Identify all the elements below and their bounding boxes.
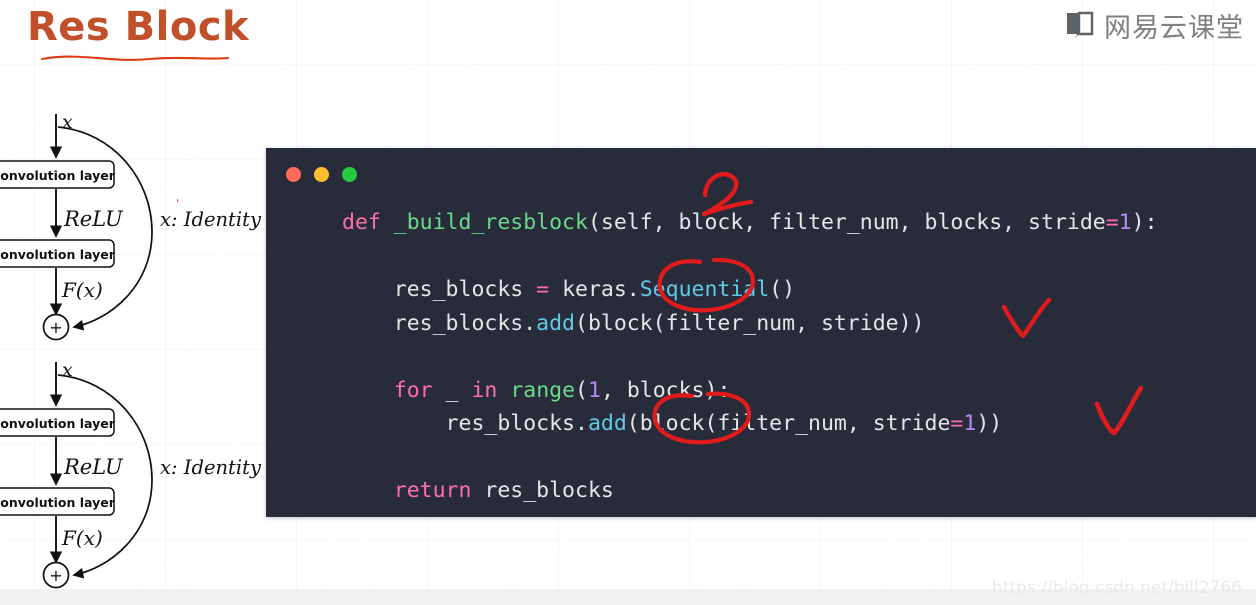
- svg-text:ReLU: ReLU: [63, 455, 124, 479]
- svg-text:ReLU: ReLU: [63, 207, 124, 231]
- code-token: (self, block, filter_num, blocks, stride: [587, 210, 1106, 235]
- code-token: keras.: [549, 277, 640, 302]
- code-token: (block(filter_num, stride: [626, 411, 951, 436]
- res-block-diagram-2: x Convolution layer ReLU Convolution lay…: [0, 356, 270, 591]
- code-token: range: [510, 377, 576, 403]
- svg-text:Convolution layer: Convolution layer: [0, 247, 116, 262]
- svg-text:x: Identity: x: Identity: [160, 456, 262, 479]
- code-token: for: [393, 377, 433, 403]
- code-token: Sequential: [639, 277, 770, 302]
- code-token: (: [575, 377, 588, 403]
- code-token: =: [950, 411, 964, 436]
- code-window: def _build_resblock(self, block, filter_…: [266, 148, 1256, 517]
- window-traffic-lights[interactable]: [286, 167, 357, 182]
- code-token: res_blocks.: [342, 310, 537, 336]
- svg-text:Convolution layer: Convolution layer: [0, 168, 116, 183]
- source-watermark: https://blog.csdn.net/bill2766: [991, 578, 1242, 598]
- close-dot-icon[interactable]: [286, 167, 301, 182]
- svg-text:F(x): F(x): [61, 278, 103, 302]
- code-token: 1: [588, 377, 601, 403]
- code-token: ):: [1131, 210, 1158, 235]
- svg-text:+: +: [49, 566, 62, 585]
- code-token: _: [432, 377, 472, 403]
- code-block[interactable]: def _build_resblock(self, block, filter_…: [266, 206, 1158, 508]
- code-token: 1: [963, 411, 977, 436]
- title-underline-squiggle: [40, 55, 230, 61]
- code-token: def: [342, 210, 394, 235]
- code-token: (): [769, 277, 796, 302]
- open-book-icon: [1067, 11, 1094, 38]
- svg-text:Convolution layer: Convolution layer: [0, 416, 116, 431]
- svg-text:Convolution layer: Convolution layer: [0, 495, 116, 510]
- code-token: in: [471, 377, 498, 403]
- code-token: , blocks):: [600, 377, 731, 403]
- svg-text:x: Identity: x: Identity: [160, 208, 262, 231]
- code-token: add: [536, 310, 576, 336]
- res-block-diagram-1: x Convolution layer ReLU Convolution lay…: [0, 108, 270, 343]
- code-token: =: [1105, 210, 1119, 235]
- code-token: res_blocks: [342, 277, 537, 302]
- code-token: (block(filter_num, stride)): [575, 310, 925, 336]
- code-token: res_blocks: [471, 478, 614, 503]
- code-token: add: [587, 411, 627, 436]
- svg-text:+: +: [49, 318, 62, 337]
- page-title: Res Block: [27, 4, 250, 50]
- logo-text: 网易云课堂: [1104, 13, 1244, 44]
- code-token: =: [536, 277, 550, 302]
- svg-text:F(x): F(x): [61, 526, 103, 550]
- code-token: res_blocks.: [342, 411, 588, 436]
- code-token: return: [393, 478, 472, 503]
- minimize-dot-icon[interactable]: [314, 167, 329, 182]
- maximize-dot-icon[interactable]: [342, 167, 357, 182]
- code-token: 1: [1118, 210, 1132, 235]
- brand-logo: 网易云课堂: [1064, 6, 1244, 45]
- svg-text:': ': [176, 197, 179, 211]
- code-token: )): [976, 411, 1003, 436]
- slide-root: Res Block 网易云课堂 x Convolution layer ReLU…: [0, 0, 1256, 605]
- code-token: _build_resblock: [393, 210, 588, 235]
